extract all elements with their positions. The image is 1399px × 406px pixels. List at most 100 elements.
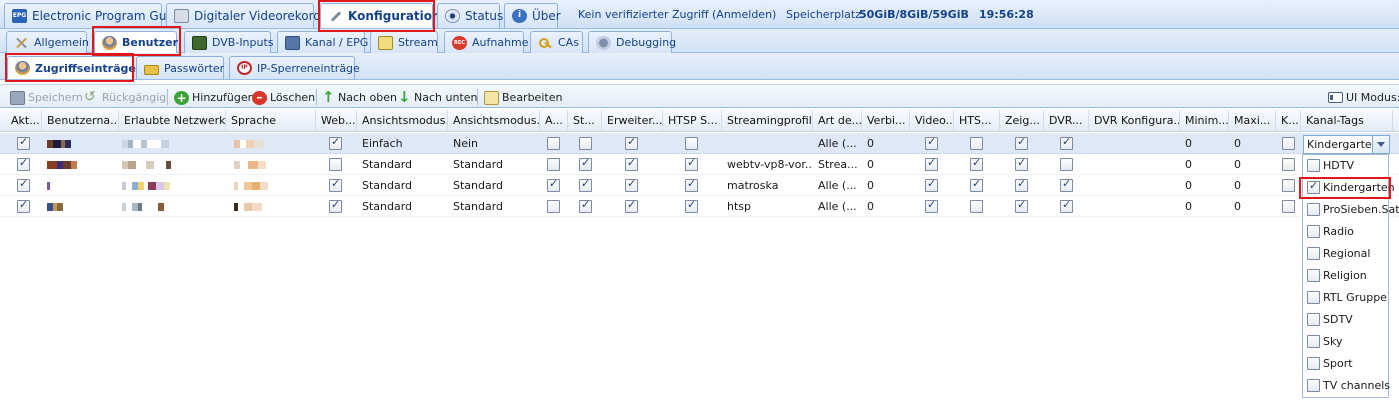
checkbox[interactable] (685, 198, 698, 213)
checkbox[interactable] (1282, 158, 1295, 171)
checkbox[interactable] (1307, 357, 1320, 370)
checkbox[interactable] (17, 177, 30, 192)
tab-dvr[interactable]: Digitaler Videorekorder (166, 3, 333, 28)
checkbox[interactable] (579, 137, 592, 150)
checkbox[interactable] (329, 158, 342, 171)
column-header[interactable]: K... (1276, 110, 1301, 132)
delete-button[interactable]: – Löschen (252, 89, 315, 106)
tag-option[interactable]: HDTV (1303, 155, 1390, 177)
checkbox[interactable] (1307, 247, 1320, 260)
tag-option[interactable]: Regional (1303, 243, 1390, 265)
checkbox[interactable] (1060, 198, 1073, 213)
checkbox[interactable] (925, 135, 938, 150)
column-header[interactable]: HTSP S... (663, 110, 722, 132)
tab-zugriffseintraege[interactable]: Zugriffseinträge (7, 56, 136, 79)
column-header[interactable]: DVR Konfigura... (1089, 110, 1180, 132)
checkbox[interactable] (579, 198, 592, 213)
column-header[interactable]: A... (540, 110, 568, 132)
checkbox[interactable] (970, 177, 983, 192)
column-header[interactable]: Verbi... (862, 110, 910, 132)
checkbox[interactable] (685, 177, 698, 192)
checkbox[interactable] (970, 200, 983, 213)
checkbox[interactable] (1282, 200, 1295, 213)
checkbox[interactable] (1307, 379, 1320, 392)
undo-button[interactable]: Rückgängig (84, 89, 166, 106)
checkbox[interactable] (1307, 313, 1320, 326)
checkbox[interactable] (1307, 225, 1320, 238)
checkbox[interactable] (1060, 177, 1073, 192)
tag-option[interactable]: Sky (1303, 331, 1390, 353)
column-header[interactable]: Zeig... (1000, 110, 1044, 132)
checkbox[interactable] (1015, 177, 1028, 192)
tab-status[interactable]: Status (437, 3, 503, 28)
column-header[interactable]: Maxi... (1229, 110, 1276, 132)
tab-stream[interactable]: Stream (370, 31, 438, 53)
checkbox[interactable] (1060, 135, 1073, 150)
checkbox[interactable] (17, 198, 30, 213)
column-header[interactable]: Art de... (813, 110, 862, 132)
tag-option[interactable]: RTL Gruppe (1303, 287, 1390, 309)
tag-option[interactable]: SDTV (1303, 309, 1390, 331)
checkbox[interactable] (579, 156, 592, 171)
column-header[interactable]: Video... (910, 110, 954, 132)
column-header[interactable]: Web... (316, 110, 357, 132)
table-row[interactable]: Einfach Nein Alle (... 0 0 0 (0, 133, 1399, 154)
tab-benutzer[interactable]: Benutzer (94, 31, 178, 53)
column-header[interactable]: Ansichtsmodus... (357, 110, 448, 132)
checkbox[interactable] (1307, 179, 1320, 194)
checkbox[interactable] (329, 135, 342, 150)
tag-option[interactable]: TV channels (1303, 375, 1390, 397)
tab-passwoerter[interactable]: Passwörter (136, 56, 224, 79)
add-button[interactable]: + Hinzufügen (174, 89, 255, 106)
checkbox[interactable] (579, 177, 592, 192)
tab-dvb-inputs[interactable]: DVB-Inputs (184, 31, 274, 53)
column-header[interactable]: St... (568, 110, 602, 132)
tab-cas[interactable]: CAs (530, 31, 583, 53)
column-header[interactable]: Sprache (226, 110, 316, 132)
checkbox[interactable] (547, 200, 560, 213)
checkbox[interactable] (970, 137, 983, 150)
tab-konfiguration[interactable]: Konfiguration (320, 3, 441, 28)
tab-kanal-epg[interactable]: Kanal / EPG (277, 31, 368, 53)
login-link[interactable]: (Anmelden) (712, 8, 776, 21)
tab-ueber[interactable]: i Über (504, 3, 561, 28)
checkbox[interactable] (1307, 335, 1320, 348)
checkbox[interactable] (1307, 269, 1320, 282)
column-header[interactable]: Ansichtsmodus... (448, 110, 540, 132)
tag-option[interactable]: ProSieben.Sat (1303, 199, 1399, 221)
chevron-down-icon[interactable] (1372, 136, 1389, 153)
checkbox[interactable] (547, 158, 560, 171)
checkbox[interactable] (625, 135, 638, 150)
column-header[interactable]: Erlaubte Netzwerke (119, 110, 226, 132)
checkbox[interactable] (17, 156, 30, 171)
column-header[interactable]: Benutzerna... (42, 110, 119, 132)
tab-epg[interactable]: EPG Electronic Program Guide (4, 3, 185, 28)
move-up-button[interactable]: Nach oben (320, 88, 397, 106)
column-header[interactable]: Kanal-Tags (1301, 110, 1393, 132)
checkbox[interactable] (1307, 203, 1320, 216)
tab-aufnahme[interactable]: REC Aufnahme (444, 31, 529, 53)
checkbox[interactable] (329, 177, 342, 192)
checkbox[interactable] (925, 198, 938, 213)
checkbox[interactable] (1307, 159, 1320, 172)
edit-button[interactable]: Bearbeiten (484, 89, 562, 106)
checkbox[interactable] (1015, 198, 1028, 213)
column-header[interactable]: Erweiter... (602, 110, 663, 132)
kanal-tags-combo[interactable]: Kindergarten (1303, 135, 1390, 154)
tab-allgemein[interactable]: Allgemein (6, 31, 89, 53)
checkbox[interactable] (1060, 158, 1073, 171)
checkbox[interactable] (625, 198, 638, 213)
save-button[interactable]: Speichern (10, 89, 83, 106)
checkbox[interactable] (925, 177, 938, 192)
checkbox[interactable] (625, 177, 638, 192)
column-header[interactable]: DVR... (1044, 110, 1089, 132)
table-row[interactable]: Standard Standard webtv-vp8-vor... Strea...… (0, 154, 1399, 175)
checkbox[interactable] (547, 177, 560, 192)
column-header[interactable]: Streamingprofil (722, 110, 813, 132)
tag-option[interactable]: Sport (1303, 353, 1390, 375)
column-header[interactable]: HTS... (954, 110, 1000, 132)
checkbox[interactable] (1015, 156, 1028, 171)
checkbox[interactable] (17, 135, 30, 150)
checkbox[interactable] (1015, 135, 1028, 150)
checkbox[interactable] (685, 137, 698, 150)
